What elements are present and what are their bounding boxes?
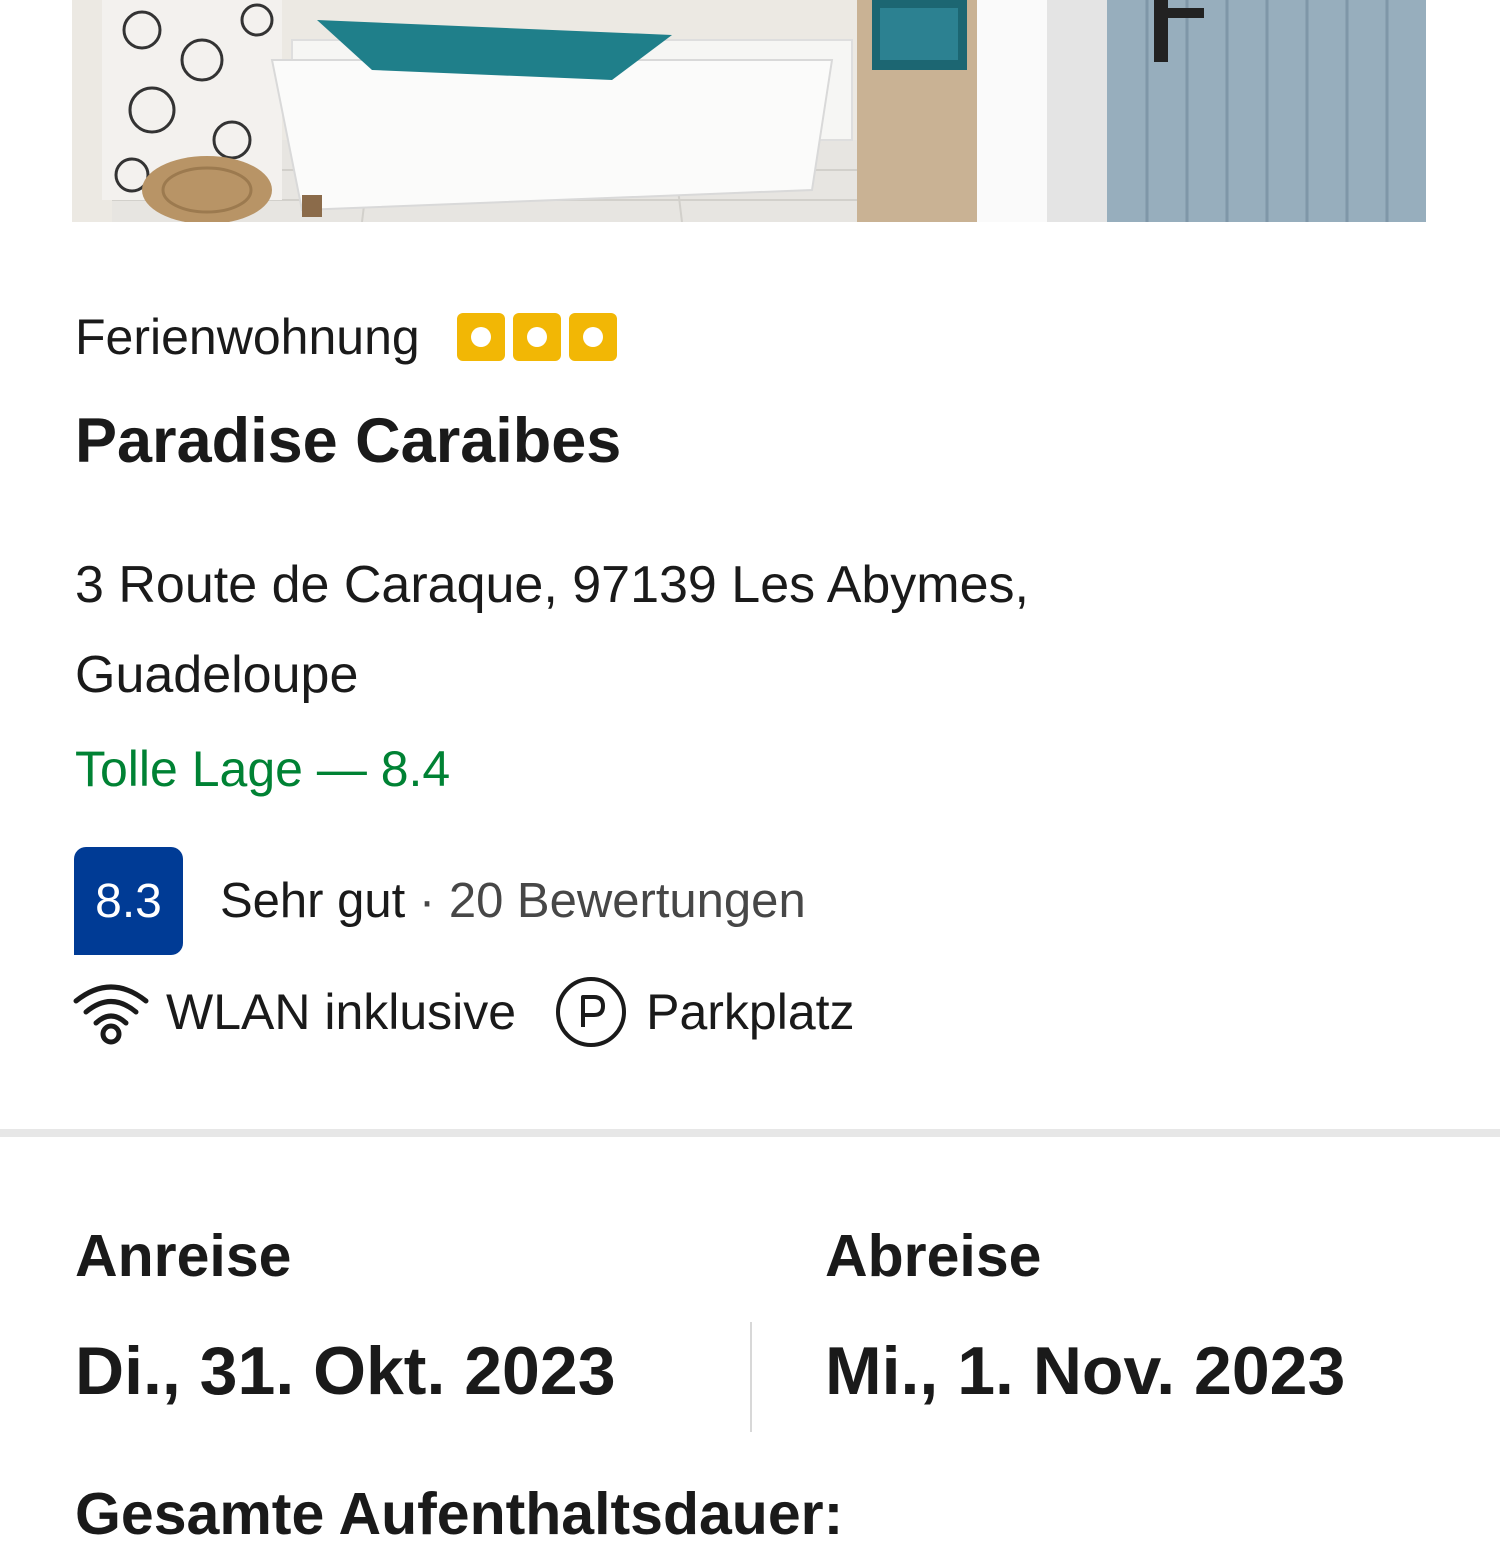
review-score-badge: 8.3: [74, 847, 183, 955]
review-summary[interactable]: 8.3 Sehr gut · 20 Bewertungen: [74, 847, 806, 955]
wifi-icon: [73, 984, 149, 1045]
amenity-parking: Parkplatz: [516, 975, 855, 1049]
amenity-wifi: WLAN inklusive: [72, 979, 516, 1045]
location-score: Tolle Lage — 8.4: [75, 741, 451, 797]
checkin-label: Anreise: [75, 1223, 292, 1289]
parking-icon: [556, 977, 627, 1047]
amenity-wifi-label: WLAN inklusive: [166, 984, 517, 1040]
amenity-parking-label: Parkplatz: [646, 984, 855, 1040]
property-name: Paradise Caraibes: [75, 406, 622, 476]
star-icon: [512, 313, 561, 361]
checkin-section[interactable]: Anreise Di., 31. Okt. 2023: [75, 1222, 616, 1410]
property-address[interactable]: 3 Route de Caraque, 97139 Les Abymes, Gu…: [75, 540, 1325, 720]
property-type-row: Ferienwohnung: [75, 308, 617, 366]
property-type: Ferienwohnung: [75, 309, 420, 365]
checkin-date: Di., 31. Okt. 2023: [75, 1333, 616, 1409]
amenities-row: WLAN inklusive Parkplatz: [72, 975, 855, 1049]
review-count: 20 Bewertungen: [448, 874, 806, 928]
checkout-label: Abreise: [825, 1223, 1042, 1289]
star-icon: [456, 313, 505, 361]
checkout-date: Mi., 1. Nov. 2023: [825, 1333, 1346, 1409]
section-divider: [0, 1129, 1500, 1137]
review-separator: ·: [418, 874, 436, 928]
star-rating: [456, 313, 617, 361]
stay-duration-label: Gesamte Aufenthaltsdauer:: [75, 1481, 844, 1547]
checkout-section[interactable]: Abreise Mi., 1. Nov. 2023: [825, 1222, 1345, 1410]
rating-word: Sehr gut: [220, 874, 406, 928]
date-column-divider: [750, 1322, 752, 1432]
review-text: Sehr gut · 20 Bewertungen: [220, 873, 806, 929]
property-photo[interactable]: [72, 0, 1426, 222]
star-icon: [568, 313, 617, 361]
